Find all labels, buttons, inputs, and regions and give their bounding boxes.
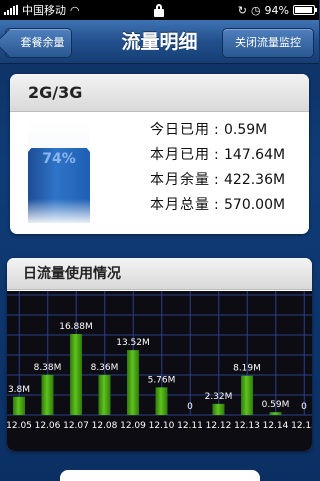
stat-row-month-remaining: 本月余量:422.36M (150, 168, 309, 193)
usage-gauge: 74% (28, 121, 90, 223)
data-label: 16.88M (59, 322, 93, 332)
daily-usage-header: 日流量使用情况 (7, 258, 312, 290)
summary-header: 2G/3G (10, 74, 309, 112)
x-tick-label: 12.06 (35, 421, 61, 431)
stat-value: 422.36M (224, 172, 286, 188)
bottom-panel-edge (60, 470, 260, 481)
stat-label: 今日已用 (150, 122, 210, 138)
chart-bar (13, 396, 25, 415)
stat-label: 本月已用 (150, 147, 210, 163)
data-label: 13.52M (116, 338, 150, 348)
disable-monitor-button[interactable]: 关闭流量监控 (222, 28, 314, 58)
stat-row-today: 今日已用:0.59M (150, 118, 309, 143)
carrier-name: 中国移动 (22, 4, 66, 17)
x-tick-label: 12.05 (7, 421, 32, 431)
back-button[interactable]: 套餐余量 (5, 28, 72, 58)
chart-bar (41, 374, 54, 415)
chart-bar (70, 334, 82, 415)
x-tick-label: 12.09 (120, 421, 146, 431)
disable-monitor-label: 关闭流量监控 (235, 36, 301, 49)
stat-label: 本月总量 (150, 197, 210, 213)
rotation-lock-icon: ↻ (237, 3, 247, 17)
wifi-icon: ◠ (70, 3, 80, 17)
daily-usage-card: 日流量使用情况 3.8M 12.05 8.38M 12.06 16.88M 12.07 8.… (7, 258, 312, 451)
navigation-bar: 流量明细 套餐余量 关闭流量监控 (0, 20, 319, 64)
stat-row-month-total: 本月总量:570.00M (150, 193, 309, 218)
x-tick-label: 12.12 (206, 421, 232, 431)
daily-usage-chart[interactable]: 3.8M 12.05 8.38M 12.06 16.88M 12.07 8.36M 12.08… (7, 291, 312, 451)
stat-label: 本月余量 (150, 172, 210, 188)
data-label: 8.19M (233, 364, 261, 374)
data-label: 3.8M (8, 385, 30, 395)
data-label: 5.76M (148, 375, 176, 385)
lock-icon (153, 3, 165, 17)
stat-value: 147.64M (224, 147, 286, 163)
stat-value: 570.00M (224, 197, 286, 213)
chart-bar (155, 387, 168, 415)
chart-bar (212, 403, 225, 415)
usage-stats: 今日已用:0.59M 本月已用:147.64M 本月余量:422.36M 本月总… (150, 118, 309, 218)
battery-percent: 94% (264, 3, 289, 17)
status-right: ↻ ◷ 94% (237, 0, 317, 20)
x-tick-label: 12.15 (291, 421, 312, 431)
chart-bar (127, 350, 139, 415)
stat-row-month-used: 本月已用:147.64M (150, 143, 309, 168)
daily-usage-chart-svg: 3.8M 12.05 8.38M 12.06 16.88M 12.07 8.36M 12.08… (7, 291, 312, 431)
x-tick-label: 12.08 (92, 421, 118, 431)
status-left: 中国移动 ◠ (0, 2, 80, 18)
data-label: 0.59M (262, 400, 290, 410)
chart-bar (98, 374, 111, 415)
x-tick-label: 12.11 (177, 421, 203, 431)
summary-card: 2G/3G 74% 今日已用:0.59M 本月已用:147.64M 本月余量:4… (10, 74, 309, 234)
x-tick-label: 12.10 (149, 421, 175, 431)
x-tick-label: 12.07 (63, 421, 89, 431)
data-label: 0 (301, 402, 307, 412)
stat-value: 0.59M (224, 122, 268, 138)
data-label: 8.36M (91, 363, 119, 373)
chart-bar (269, 412, 282, 415)
battery-icon (293, 5, 317, 15)
x-tick-label: 12.14 (263, 421, 289, 431)
usage-percent: 74% (42, 151, 76, 167)
alarm-icon: ◷ (250, 3, 261, 17)
x-tick-label: 12.13 (234, 421, 260, 431)
chart-bar (241, 375, 253, 415)
data-label: 8.38M (34, 363, 62, 373)
signal-strength-icon (4, 5, 18, 15)
data-label: 0 (187, 402, 193, 412)
back-button-label: 套餐余量 (20, 36, 65, 49)
status-bar: 中国移动 ◠ ↻ ◷ 94% (0, 0, 319, 20)
data-label: 2.32M (205, 392, 233, 402)
